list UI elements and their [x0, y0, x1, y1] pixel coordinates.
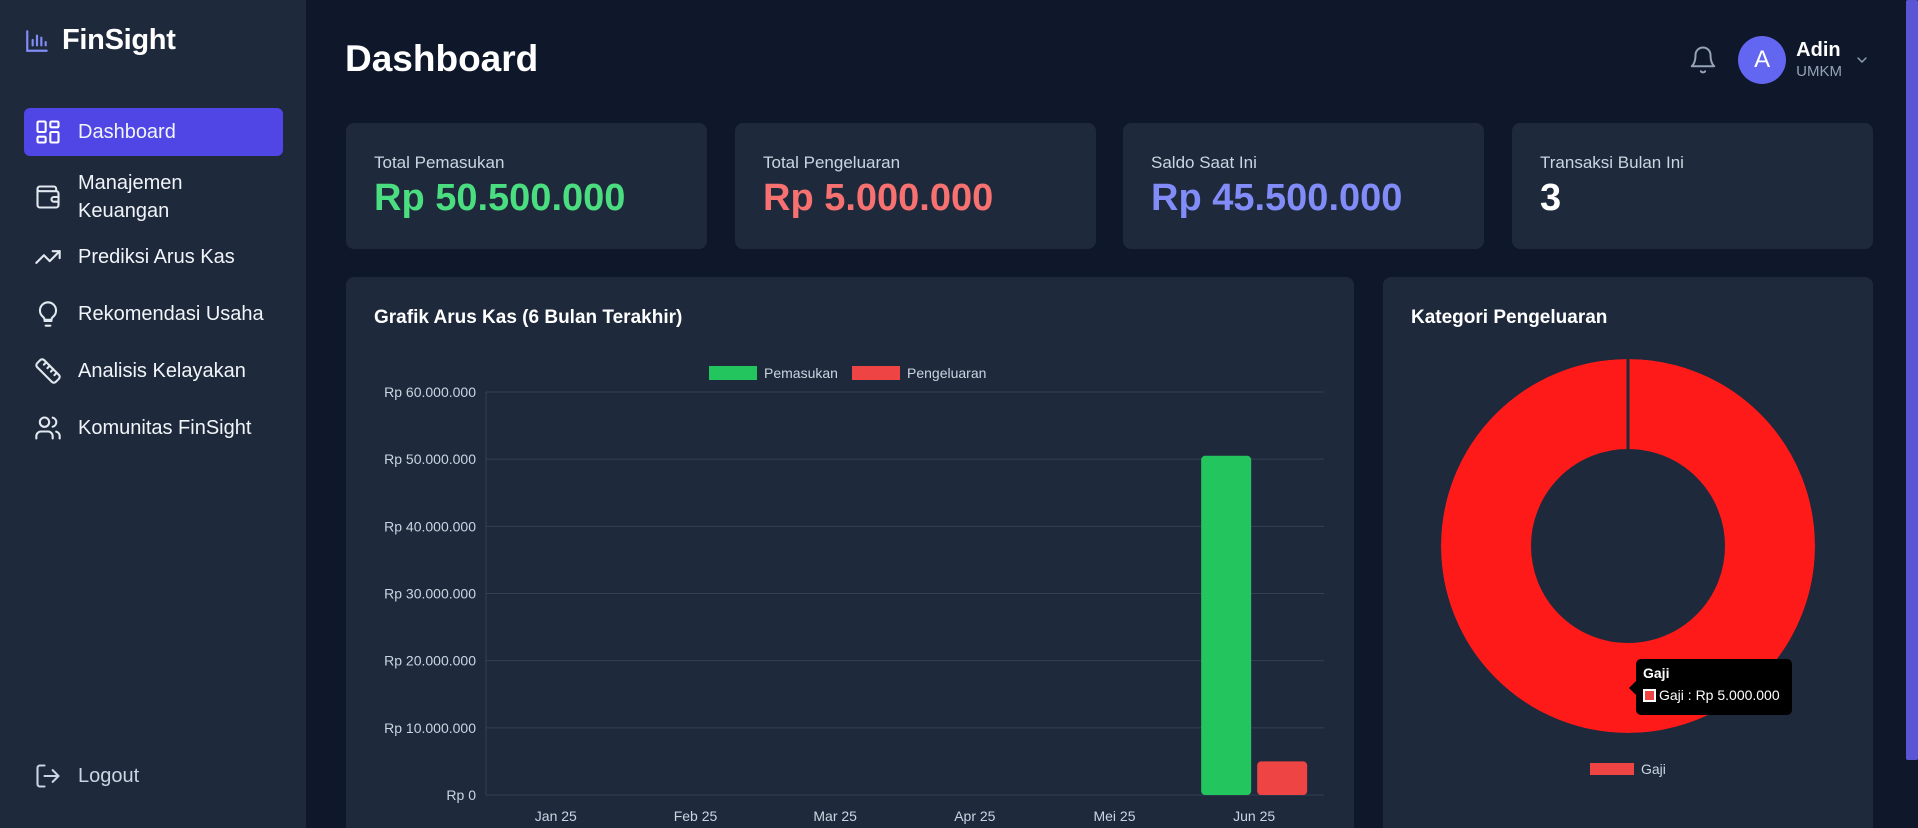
sidebar-item-komunitas-finsight[interactable]: Komunitas FinSight: [24, 404, 283, 452]
user-role: UMKM: [1796, 63, 1842, 80]
brand[interactable]: FinSight: [24, 24, 176, 57]
y-tick-label: Rp 60.000.000: [384, 384, 476, 400]
x-tick-label: Feb 25: [674, 808, 718, 824]
sidebar-item-manajemen-keuangan[interactable]: Manajemen Keuangan: [24, 165, 283, 229]
sidebar-item-label: Rekomendasi Usaha: [78, 302, 264, 325]
sidebar-item-label: Prediksi Arus Kas: [78, 245, 235, 268]
users-icon: [34, 414, 62, 442]
sidebar-item-label: Komunitas FinSight: [78, 416, 252, 439]
legend-label: Pemasukan: [764, 365, 838, 381]
stat-value: 3: [1540, 177, 1562, 219]
y-tick-label: Rp 20.000.000: [384, 653, 476, 669]
dashboard-grid-icon: [34, 118, 62, 146]
user-menu[interactable]: Adin UMKM: [1796, 38, 1842, 82]
legend-swatch-pemasukan[interactable]: [709, 366, 757, 380]
stat-value: Rp 45.500.000: [1151, 177, 1403, 219]
legend-swatch-gaji[interactable]: [1590, 763, 1634, 775]
stat-card-transaksi: Transaksi Bulan Ini 3: [1512, 123, 1873, 249]
stat-card-pemasukan: Total Pemasukan Rp 50.500.000: [346, 123, 707, 249]
logout-button[interactable]: Logout: [34, 762, 139, 790]
y-tick-label: Rp 30.000.000: [384, 586, 476, 602]
x-tick-label: Mar 25: [813, 808, 857, 824]
sidebar: FinSight Dashboard Manajemen Keuangan Pr…: [0, 0, 306, 828]
x-tick-label: Mei 25: [1093, 808, 1135, 824]
sidebar-item-label: Dashboard: [78, 120, 176, 143]
tooltip-title: Gaji: [1643, 665, 1670, 681]
chart-legend: Pemasukan Pengeluaran: [709, 365, 986, 381]
bell-icon[interactable]: [1688, 45, 1718, 75]
sidebar-item-prediksi-arus-kas[interactable]: Prediksi Arus Kas: [24, 233, 283, 281]
wallet-icon: [34, 183, 62, 211]
logout-icon: [36, 764, 60, 788]
sidebar-item-dashboard[interactable]: Dashboard: [24, 108, 283, 156]
stat-card-pengeluaran: Total Pengeluaran Rp 5.000.000: [735, 123, 1096, 249]
cashflow-chart-panel: Grafik Arus Kas (6 Bulan Terakhir) Pemas…: [346, 277, 1354, 828]
stat-value: Rp 5.000.000: [763, 177, 994, 219]
lightbulb-icon: [34, 300, 62, 328]
scrollbar-thumb[interactable]: [1906, 0, 1918, 760]
bar-pengeluaran-jun-25[interactable]: [1257, 761, 1308, 795]
pie-legend: Gaji: [1590, 761, 1666, 777]
x-tick-label: Jun 25: [1233, 808, 1275, 824]
legend-label: Gaji: [1641, 761, 1666, 777]
sidebar-item-analisis-kelayakan[interactable]: Analisis Kelayakan: [24, 347, 283, 395]
stat-label: Saldo Saat Ini: [1151, 153, 1257, 172]
legend-label: Pengeluaran: [907, 365, 986, 381]
stat-label: Total Pemasukan: [374, 153, 505, 172]
tooltip-text: Gaji : Rp 5.000.000: [1659, 687, 1780, 703]
y-tick-label: Rp 10.000.000: [384, 720, 476, 736]
header-right: A Adin UMKM: [1688, 36, 1870, 84]
sidebar-item-rekomendasi-usaha[interactable]: Rekomendasi Usaha: [24, 290, 283, 338]
stat-card-saldo: Saldo Saat Ini Rp 45.500.000: [1123, 123, 1484, 249]
legend-swatch-pengeluaran[interactable]: [852, 366, 900, 380]
logout-label: Logout: [78, 764, 140, 787]
page-title: Dashboard: [345, 38, 539, 79]
tooltip-row: Gaji : Rp 5.000.000: [1643, 687, 1785, 703]
trending-up-icon: [34, 243, 62, 271]
stat-label: Transaksi Bulan Ini: [1540, 153, 1684, 172]
chevron-down-icon[interactable]: [1854, 52, 1870, 68]
y-tick-label: Rp 50.000.000: [384, 451, 476, 467]
cashflow-bar-chart: Pemasukan Pengeluaran Rp 60.000.000 Rp 50.0…: [384, 365, 1324, 824]
chart-tooltip: Gaji Gaji : Rp 5.000.000: [1629, 659, 1792, 715]
sidebar-nav: Dashboard Manajemen Keuangan Prediksi Ar…: [24, 108, 283, 461]
expense-doughnut-chart: Gaji: [1439, 357, 1817, 777]
stat-value: Rp 50.500.000: [374, 177, 626, 219]
stat-label: Total Pengeluaran: [763, 153, 901, 172]
tooltip-swatch: [1643, 688, 1656, 702]
y-tick-label: Rp 40.000.000: [384, 518, 476, 534]
bar-chart-icon: [26, 29, 48, 52]
avatar[interactable]: A: [1738, 36, 1787, 84]
x-tick-label: Apr 25: [954, 808, 995, 824]
user-name: Adin: [1796, 39, 1841, 61]
sidebar-item-label: Manajemen Keuangan: [78, 172, 183, 222]
expense-category-panel: Kategori Pengeluaran Gaji Gaji Gaji : Rp…: [1383, 277, 1873, 828]
sidebar-item-label: Analisis Kelayakan: [78, 359, 246, 382]
ruler-icon: [34, 357, 62, 385]
bar-pemasukan-jun-25[interactable]: [1201, 455, 1252, 795]
brand-name: FinSight: [62, 24, 176, 56]
x-tick-label: Jan 25: [535, 808, 577, 824]
page-scrollbar[interactable]: [1906, 0, 1918, 828]
y-tick-label: Rp 0: [446, 787, 476, 803]
